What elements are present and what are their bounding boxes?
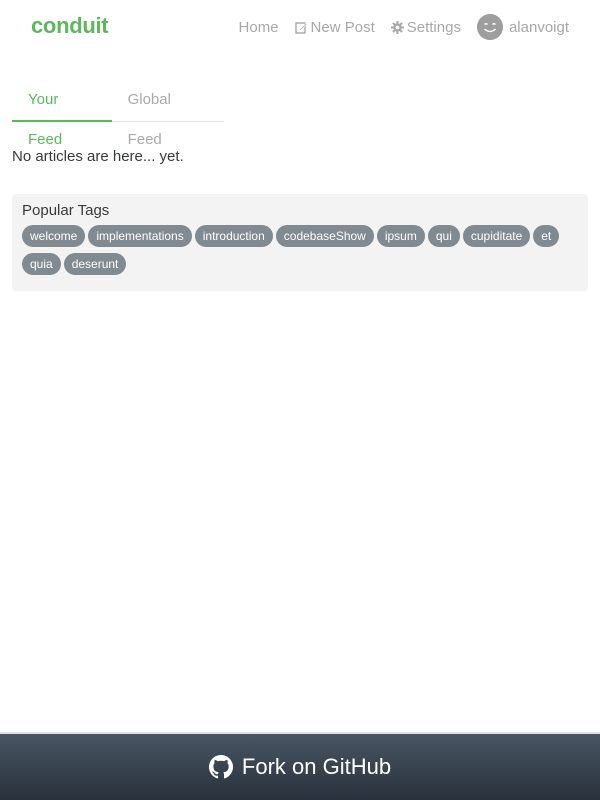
tab-your-feed[interactable]: Your Feed (12, 80, 112, 148)
gear-icon (390, 20, 404, 34)
nav-link-new-post[interactable]: New Post (294, 18, 375, 36)
tab-global-feed[interactable]: Global Feed (112, 80, 224, 148)
fork-on-github-content: Fork on GitHub (208, 754, 392, 780)
fork-on-github-banner[interactable]: Fork on GitHub (0, 732, 600, 800)
popular-tags-panel: Popular Tags welcome implementations int… (12, 194, 588, 291)
nav-link-profile-label: alanvoigt (508, 18, 569, 36)
tag-pill[interactable]: quia (22, 253, 61, 275)
tag-pill[interactable]: cupiditate (462, 225, 531, 247)
tag-pill[interactable]: welcome (22, 225, 86, 247)
avatar (476, 14, 503, 40)
edit-icon (294, 21, 308, 34)
fork-on-github-label: Fork on GitHub (241, 754, 392, 779)
tag-pill[interactable]: deserunt (63, 253, 127, 275)
empty-articles-message: No articles are here... yet. (12, 148, 184, 165)
navbar: conduit Home New Post Settings alanvoigt (0, 0, 600, 56)
nav-links: Home New Post Settings alanvoigt (239, 14, 569, 40)
github-icon (208, 755, 233, 779)
nav-link-home-label: Home (238, 18, 279, 36)
tag-pill[interactable]: codebaseShow (275, 225, 374, 247)
nav-link-profile[interactable]: alanvoigt (476, 14, 569, 40)
nav-link-home[interactable]: Home (239, 19, 279, 36)
nav-link-new-post-label: New Post (310, 18, 375, 36)
nav-link-settings-label: Settings (406, 18, 461, 36)
feed-tabs: Your Feed Global Feed (12, 80, 224, 148)
brand-logo[interactable]: conduit (31, 13, 109, 39)
tag-list: welcome implementations introduction cod… (22, 225, 578, 281)
tag-pill[interactable]: ipsum (376, 225, 425, 247)
popular-tags-title: Popular Tags (22, 202, 110, 219)
nav-link-settings[interactable]: Settings (390, 18, 461, 36)
tag-pill[interactable]: introduction (194, 225, 273, 247)
tag-pill[interactable]: qui (427, 225, 460, 247)
tag-pill[interactable]: implementations (88, 225, 192, 247)
tag-pill[interactable]: et (533, 225, 560, 247)
